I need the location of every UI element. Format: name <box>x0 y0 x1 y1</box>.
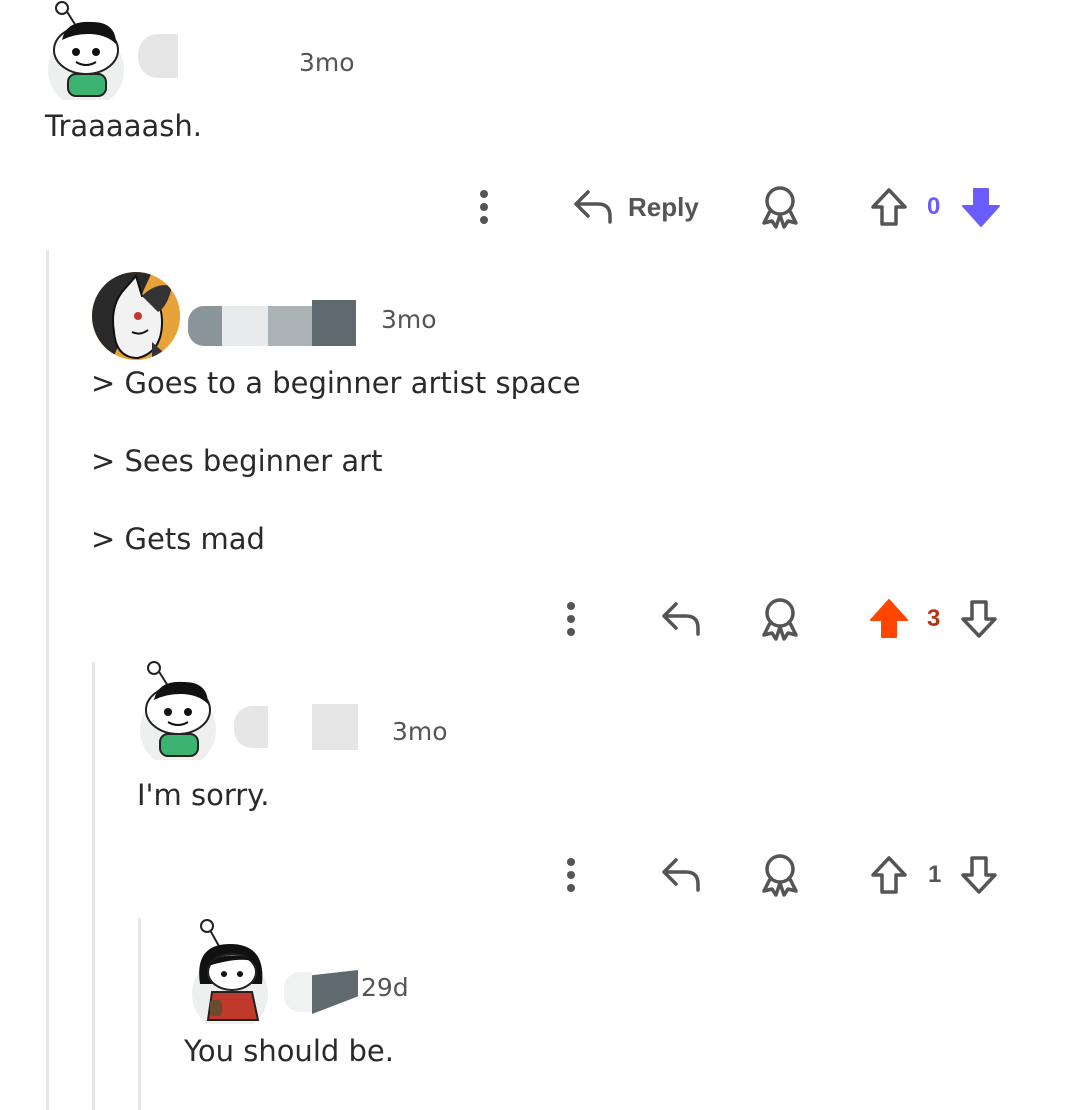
reply-button[interactable] <box>660 850 702 900</box>
reply-button[interactable] <box>660 594 702 644</box>
award-button[interactable] <box>760 182 800 232</box>
thread-line-depth-1[interactable] <box>46 250 49 1110</box>
comment-timestamp: 3mo <box>392 717 448 746</box>
comment-timestamp: 3mo <box>299 48 355 77</box>
reply-arrow-icon <box>662 602 700 636</box>
comment-body-line: I'm sorry. <box>137 778 270 812</box>
comment-actions: Reply 0 <box>0 182 1080 232</box>
redacted-username <box>284 970 360 1016</box>
vote-score: 1 <box>928 861 942 888</box>
reply-arrow-icon <box>574 190 612 224</box>
downvote-button[interactable] <box>960 594 998 644</box>
comment-body-line: > Goes to a beginner artist space <box>91 366 581 400</box>
more-vertical-icon <box>480 190 488 224</box>
award-icon <box>762 854 798 897</box>
downvote-arrow-filled-icon <box>962 188 1000 227</box>
upvote-arrow-filled-icon <box>870 599 908 638</box>
redacted-username <box>138 34 178 78</box>
comment-body-line: > Gets mad <box>91 522 265 556</box>
redacted-username <box>188 300 356 346</box>
more-options-button[interactable] <box>470 182 498 232</box>
award-icon <box>762 186 798 229</box>
upvote-button[interactable] <box>868 594 910 644</box>
vote-score: 0 <box>927 193 941 220</box>
downvote-arrow-icon <box>961 856 997 894</box>
comment-body-line: You should be. <box>184 1034 394 1068</box>
downvote-button[interactable] <box>960 182 1002 232</box>
award-button[interactable] <box>760 850 800 900</box>
reply-button[interactable]: Reply <box>572 182 699 232</box>
user-avatar[interactable] <box>138 661 220 760</box>
user-avatar[interactable] <box>92 272 180 360</box>
more-options-button[interactable] <box>557 850 585 900</box>
award-icon <box>762 598 798 641</box>
downvote-button[interactable] <box>960 850 998 900</box>
comment-body-line: > Sees beginner art <box>91 444 383 478</box>
snoo-avatar-icon <box>140 661 216 760</box>
comment-timestamp: 29d <box>361 973 409 1002</box>
comment-body-line: Traaaaash. <box>45 109 202 143</box>
user-avatar[interactable] <box>190 919 272 1024</box>
vote-score: 3 <box>927 605 941 632</box>
snoo-avatar-red-dress-icon <box>192 919 268 1024</box>
award-button[interactable] <box>760 594 800 644</box>
upvote-arrow-icon <box>871 856 907 894</box>
fox-character-avatar-icon <box>92 272 180 360</box>
comment-timestamp: 3mo <box>381 305 437 334</box>
thread-line-depth-3[interactable] <box>138 918 141 1110</box>
comment-actions: 1 <box>0 850 1080 900</box>
snoo-avatar-icon <box>48 1 124 100</box>
redacted-username <box>234 704 358 750</box>
comment-actions: 3 <box>0 594 1080 644</box>
more-vertical-icon <box>567 602 575 636</box>
reply-arrow-icon <box>662 858 700 892</box>
upvote-arrow-icon <box>871 188 907 226</box>
upvote-button[interactable] <box>870 850 908 900</box>
upvote-button[interactable] <box>870 182 908 232</box>
reply-label: Reply <box>628 191 699 222</box>
more-options-button[interactable] <box>557 594 585 644</box>
more-vertical-icon <box>567 858 575 892</box>
user-avatar[interactable] <box>46 1 128 100</box>
downvote-arrow-icon <box>961 600 997 638</box>
